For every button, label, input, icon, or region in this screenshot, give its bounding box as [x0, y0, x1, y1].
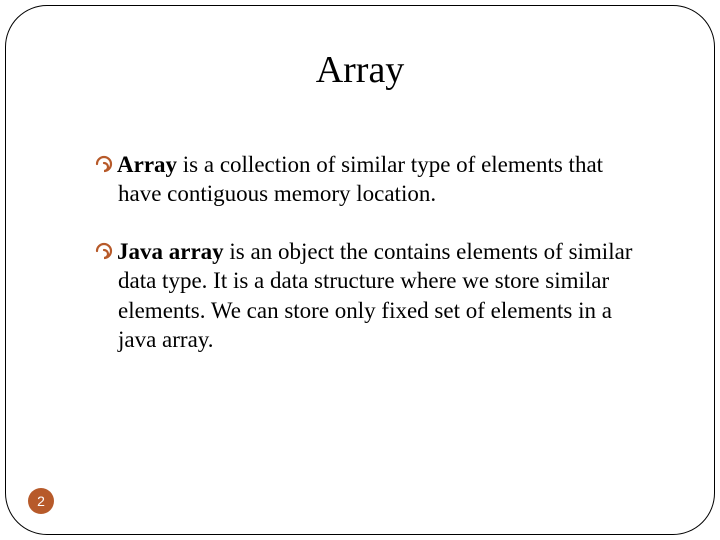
- content-area: Array is a collection of similar type of…: [96, 150, 650, 383]
- bullet-rest: is a collection of similar type of eleme…: [118, 152, 603, 206]
- bullet-lead: Java array: [117, 239, 224, 264]
- page-number-badge: 2: [28, 488, 54, 514]
- bullet-item: Array is a collection of similar type of…: [96, 150, 650, 209]
- swirl-bullet-icon: [94, 154, 114, 174]
- bullet-item: Java array is an object the contains ele…: [96, 237, 650, 355]
- bullet-lead: Array: [117, 152, 177, 177]
- bullet-text: Java array is an object the contains ele…: [96, 237, 650, 355]
- swirl-bullet-icon: [94, 241, 114, 261]
- slide: Array Array is a collection of similar t…: [0, 0, 720, 540]
- bullet-text: Array is a collection of similar type of…: [96, 150, 650, 209]
- slide-title: Array: [0, 48, 720, 92]
